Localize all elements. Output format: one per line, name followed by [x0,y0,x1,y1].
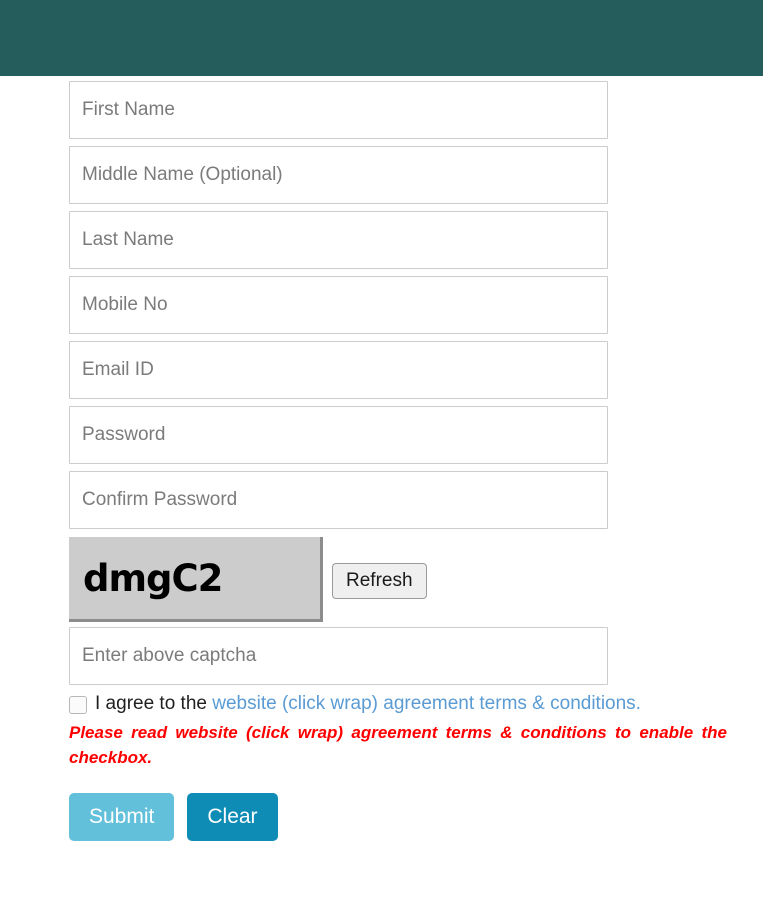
captcha-row: dmgC2 Refresh [0,537,763,627]
field-row-mobile-no [0,276,763,334]
middle-name-input[interactable] [69,146,608,204]
password-input[interactable] [69,406,608,464]
field-row-first-name [0,81,763,139]
field-row-email-id [0,341,763,399]
registration-form: dmgC2 Refresh I agree to the website (cl… [0,76,763,841]
first-name-input[interactable] [69,81,608,139]
agreement-text: I agree to the website (click wrap) agre… [95,692,641,716]
agreement-row: I agree to the website (click wrap) agre… [69,692,729,716]
agreement-prefix-text: I agree to the [95,693,213,714]
field-row-captcha-answer [0,627,763,685]
captcha-image: dmgC2 [69,537,323,622]
clear-button[interactable]: Clear [187,793,278,841]
agreement-checkbox[interactable] [69,696,87,714]
captcha-code-text: dmgC2 [83,556,223,600]
captcha-answer-input[interactable] [69,627,608,685]
field-row-middle-name [0,146,763,204]
field-row-password [0,406,763,464]
last-name-input[interactable] [69,211,608,269]
agreement-warning-text: Please read website (click wrap) agreeme… [69,723,727,767]
agreement-terms-link[interactable]: website (click wrap) agreement terms & c… [212,693,641,714]
mobile-no-input[interactable] [69,276,608,334]
field-row-confirm-password [0,471,763,529]
refresh-captcha-button[interactable]: Refresh [332,563,427,599]
submit-button[interactable]: Submit [69,793,175,841]
email-id-input[interactable] [69,341,608,399]
confirm-password-input[interactable] [69,471,608,529]
actions-row: Submit Clear [69,793,763,841]
site-header [0,0,763,76]
field-row-last-name [0,211,763,269]
